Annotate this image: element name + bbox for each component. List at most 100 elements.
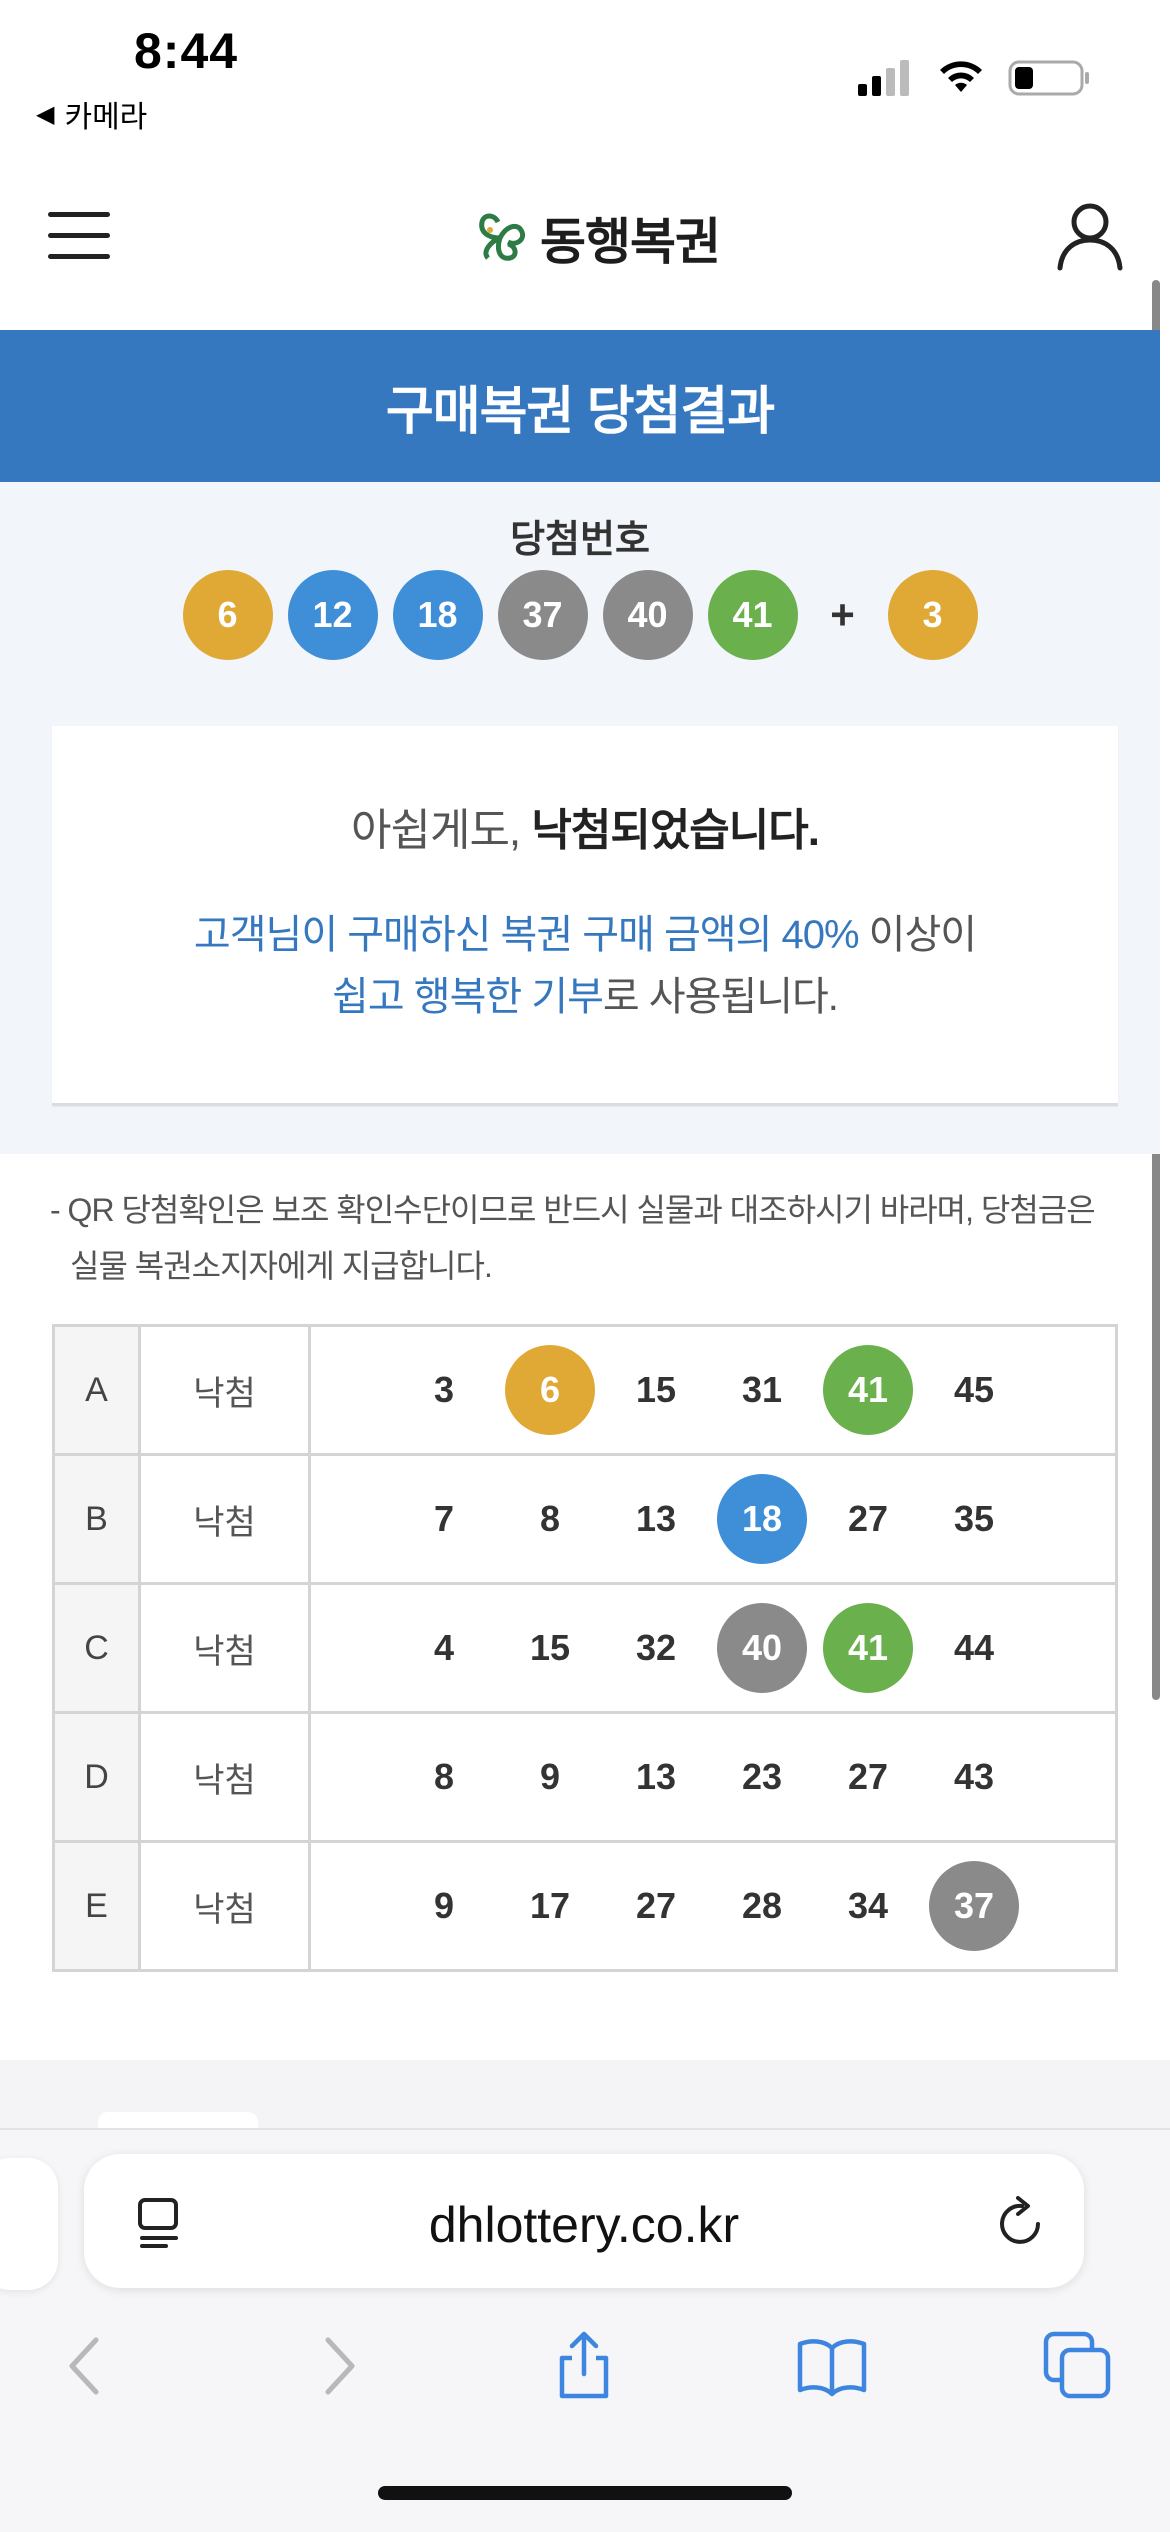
ticket-number: 7: [433, 1498, 455, 1539]
donation-highlight-2: 쉽고 행복한 기부: [332, 975, 604, 1019]
back-to-app-link[interactable]: ◀ 카메라: [36, 92, 147, 136]
wifi-icon: [940, 61, 982, 92]
ticket-number-matched: 37: [929, 1861, 1019, 1951]
ticket-number: 17: [529, 1885, 571, 1926]
donation-text-1: 이상이: [858, 913, 977, 957]
ticket-row: C 낙첨 4 15 32 40 41 44: [52, 1582, 1118, 1714]
share-icon[interactable]: [548, 2330, 620, 2402]
status-bar: 8:44 ◀ 카메라: [0, 0, 1170, 150]
ticket-number-matched: 40: [717, 1603, 807, 1693]
ticket-status: 낙첨: [138, 1711, 311, 1843]
ticket-row: E 낙첨 9 17 27 28 34 37: [52, 1840, 1118, 1972]
battery-icon: [1008, 60, 1089, 96]
ticket-numbers-cell: 4 15 32 40 41 44: [308, 1582, 1118, 1714]
ticket-numbers: 8 9 13 23 27 43: [399, 1732, 1115, 1822]
ticket-status: 낙첨: [138, 1840, 311, 1972]
winning-ball: 37: [497, 570, 588, 660]
url-text: dhlottery.co.kr: [428, 2197, 740, 2253]
ticket-status: 낙첨: [138, 1324, 311, 1456]
ticket-number: 4: [433, 1627, 455, 1668]
ticket-line-label: B: [52, 1453, 141, 1585]
result-bold: 낙첨되었습니다.: [531, 806, 820, 855]
ticket-row: B 낙첨 7 8 13 18 27 35: [52, 1453, 1118, 1585]
browser-bottom-bar: dhlottery.co.kr: [0, 2128, 1170, 2532]
ticket-number: 27: [847, 1498, 889, 1539]
ticket-number: 15: [529, 1627, 571, 1668]
previous-tab-peek[interactable]: [0, 2158, 58, 2290]
ticket-number: 27: [635, 1885, 677, 1926]
ticket-number: 9: [539, 1756, 561, 1797]
ticket-number-matched: 41: [823, 1603, 913, 1693]
donation-highlight-1: 고객님이 구매하신 복권 구매 금액의 40%: [193, 913, 860, 957]
ticket-line-label: D: [52, 1711, 141, 1843]
donation-message: 고객님이 구매하신 복권 구매 금액의 40% 이상이 쉽고 행복한 기부로 사…: [52, 904, 1118, 1028]
winning-ball: 18: [392, 570, 483, 660]
ticket-numbers: 7 8 13 18 27 35: [399, 1474, 1115, 1564]
ticket-number: 43: [953, 1756, 995, 1797]
ticket-number: 9: [433, 1885, 455, 1926]
page-title-banner: 구매복권 당첨결과: [0, 330, 1160, 482]
ticket-number: 34: [847, 1885, 889, 1926]
cellular-signal-icon: [858, 60, 909, 96]
winning-ball: 41: [707, 570, 798, 660]
back-app-label: 카메라: [64, 101, 148, 134]
ticket-number: 13: [635, 1498, 677, 1539]
logo-text: 동행복권: [540, 214, 721, 270]
site-logo[interactable]: 동행복권: [470, 202, 721, 274]
hamburger-menu-icon[interactable]: [48, 208, 112, 264]
ticket-row: D 낙첨 8 9 13 23 27 43: [52, 1711, 1118, 1843]
ticket-number: 8: [433, 1756, 455, 1797]
clover-logo-icon: [479, 213, 526, 261]
forward-arrow-icon[interactable]: [302, 2330, 374, 2402]
ticket-number: 45: [953, 1369, 995, 1410]
ticket-row: A 낙첨 3 6 15 31 41 45: [52, 1324, 1118, 1456]
ticket-numbers-cell: 3 6 15 31 41 45: [308, 1324, 1118, 1456]
ticket-number: 8: [539, 1498, 561, 1539]
ticket-number: 13: [635, 1756, 677, 1797]
reload-icon[interactable]: [992, 2194, 1050, 2252]
ticket-numbers-cell: 7 8 13 18 27 35: [308, 1453, 1118, 1585]
ticket-numbers: 4 15 32 40 41 44: [399, 1603, 1115, 1693]
ticket-number: 27: [847, 1756, 889, 1797]
user-account-icon[interactable]: [1054, 200, 1126, 272]
winning-numbers-section: 당첨번호 6 12 18 37 40 41 +3 아쉽게도, 낙첨되었습니다. 고객님이 구…: [0, 482, 1160, 1154]
winning-ball: 6: [182, 570, 273, 660]
ticket-numbers-cell: 9 17 27 28 34 37: [308, 1840, 1118, 1972]
ticket-numbers: 9 17 27 28 34 37: [399, 1861, 1115, 1951]
back-triangle-icon: ◀: [36, 100, 55, 128]
bonus-plus-sign: +: [830, 591, 855, 638]
ticket-results-table: A 낙첨 3 6 15 31 41 45 B 낙첨 7 8 13 18 27 35 C 낙첨 4 15 32 40 41 44…: [52, 1324, 1118, 1972]
result-card: 아쉽게도, 낙첨되었습니다. 고객님이 구매하신 복권 구매 금액의 40% 이…: [52, 726, 1118, 1106]
qr-notice: - QR 당첨확인은 보조 확인수단이므로 반드시 실물과 대조하시기 바라며,…: [50, 1192, 1096, 1284]
ticket-numbers: 3 6 15 31 41 45: [399, 1345, 1115, 1435]
ticket-line-label: E: [52, 1840, 141, 1972]
ticket-number: 32: [635, 1627, 677, 1668]
bonus-ball: 3: [887, 570, 978, 660]
ticket-number: 31: [741, 1369, 783, 1410]
ticket-number: 44: [953, 1627, 995, 1668]
address-bar[interactable]: dhlottery.co.kr: [84, 2154, 1084, 2288]
ticket-status: 낙첨: [138, 1453, 311, 1585]
status-time: 8:44: [134, 23, 239, 79]
ticket-number-matched: 18: [717, 1474, 807, 1564]
ticket-number: 35: [953, 1498, 995, 1539]
donation-text-2: 로 사용됩니다.: [602, 975, 839, 1019]
ticket-number-matched: 41: [823, 1345, 913, 1435]
winning-ball: 12: [287, 570, 378, 660]
ticket-number: 28: [741, 1885, 783, 1926]
home-indicator: [378, 2486, 792, 2500]
bookmarks-icon[interactable]: [796, 2330, 868, 2402]
page-title: 구매복권 당첨결과: [385, 382, 775, 441]
ticket-line-label: A: [52, 1324, 141, 1456]
back-arrow-icon[interactable]: [50, 2330, 122, 2402]
winning-numbers-label: 당첨번호: [510, 519, 650, 561]
winning-ball: 40: [602, 570, 693, 660]
result-message: 아쉽게도, 낙첨되었습니다.: [52, 794, 1118, 858]
tabs-icon[interactable]: [1042, 2330, 1114, 2402]
winning-ball-row: 6 12 18 37 40 41 +3: [0, 570, 1160, 660]
site-header: 동행복권: [0, 176, 1170, 326]
ticket-number: 3: [433, 1369, 455, 1410]
ticket-status: 낙첨: [138, 1582, 311, 1714]
ticket-number: 23: [741, 1756, 783, 1797]
ticket-number: 15: [635, 1369, 677, 1410]
